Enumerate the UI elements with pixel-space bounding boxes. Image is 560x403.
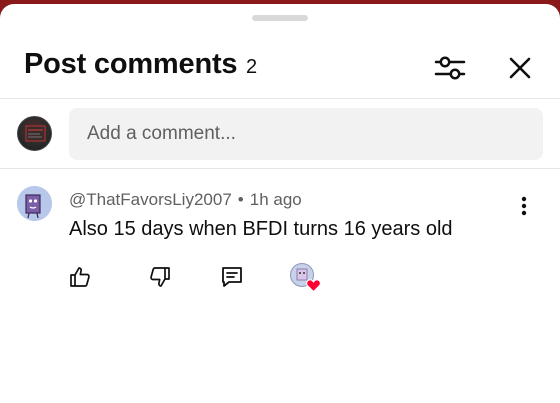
- header-divider: [0, 98, 560, 99]
- comment-more-button[interactable]: [510, 192, 538, 220]
- comment-time: 1h ago: [249, 190, 302, 209]
- page-title: Post comments: [24, 48, 238, 80]
- dislike-button[interactable]: [142, 259, 178, 295]
- comment-count: 2: [246, 56, 258, 78]
- composer-divider: [0, 168, 560, 169]
- thumbs-up-icon: [70, 267, 90, 287]
- close-icon: [509, 57, 531, 79]
- comment-meta: @ThatFavorsLiy2007 • 1h ago: [69, 190, 302, 210]
- close-button[interactable]: [500, 48, 540, 88]
- thumbs-down-icon: [150, 267, 170, 287]
- reply-button[interactable]: [214, 259, 250, 295]
- sliders-icon: [434, 56, 466, 80]
- comment-input[interactable]: [69, 108, 543, 160]
- like-button[interactable]: [62, 259, 98, 295]
- comments-sheet: Post comments 2 Add a comment... @ThatFa…: [0, 4, 560, 403]
- meta-separator: •: [237, 190, 244, 209]
- commenter-avatar[interactable]: [17, 186, 52, 221]
- avatar-image: [25, 125, 46, 142]
- reply-icon: [222, 267, 242, 287]
- comment-author[interactable]: @ThatFavorsLiy2007: [69, 190, 232, 209]
- drag-handle[interactable]: [252, 15, 308, 21]
- filter-button[interactable]: [430, 48, 470, 88]
- creator-heart-badge: [305, 278, 321, 292]
- comment-text: Also 15 days when BFDI turns 16 years ol…: [69, 218, 453, 240]
- user-avatar: [17, 116, 52, 151]
- comments-header: Post comments 2: [24, 44, 536, 90]
- more-vertical-icon: [521, 196, 527, 216]
- heart-icon: [305, 278, 321, 292]
- avatar-image: [17, 186, 52, 221]
